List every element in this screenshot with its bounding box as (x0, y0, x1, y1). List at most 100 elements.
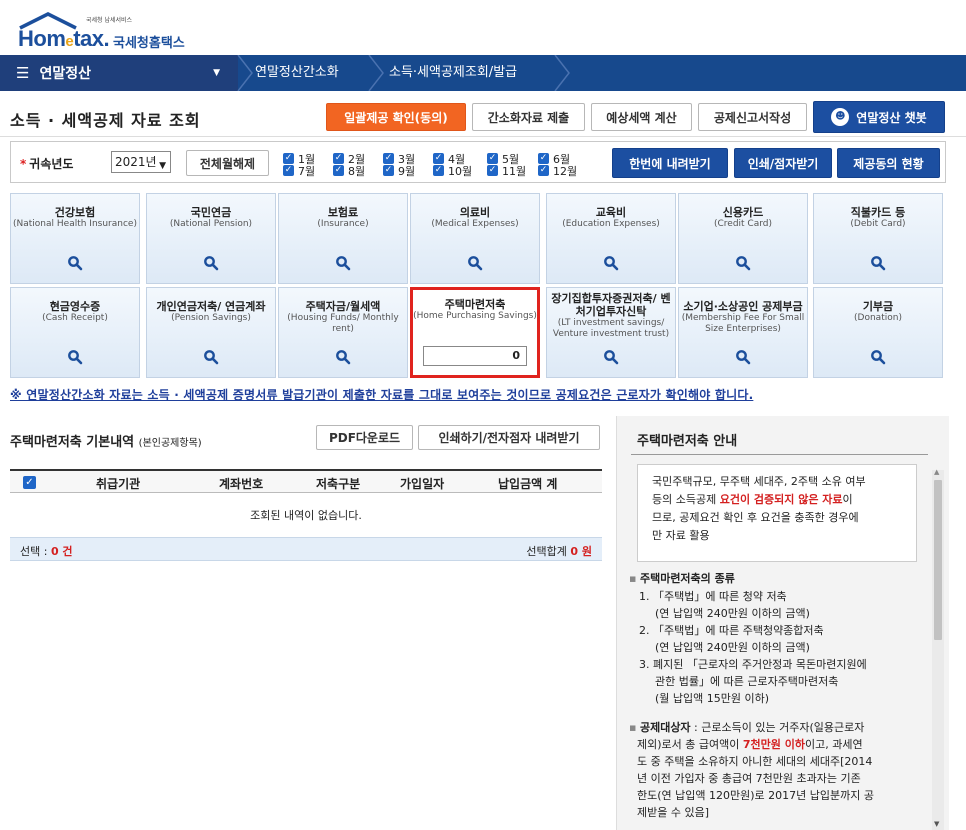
search-icon[interactable] (603, 255, 619, 271)
search-icon[interactable] (335, 255, 351, 271)
tile-subtitle: (Credit Card) (713, 219, 772, 229)
deduction-tile[interactable]: 개인연금저축/ 연금계좌 (Pension Savings) (146, 287, 276, 378)
deduction-tile[interactable]: 장기집합투자증권저축/ 벤처기업투자신탁 (LT investment savin… (546, 287, 676, 378)
tile-subtitle: (Debit Card) (850, 219, 906, 229)
search-icon[interactable] (335, 349, 351, 365)
chevron-right-icon (237, 55, 253, 91)
search-icon[interactable] (467, 255, 483, 271)
filter-bar: * 귀속년도 2021년 ▼ 전체월해제 ✓ 1월 ✓ 2월 ✓ 3월 ✓ 4월 ✓ 5월 ✓ 6월 ✓ 7월… (10, 141, 946, 183)
submit-simplified-button[interactable]: 간소화자료 제출 (472, 103, 585, 131)
deduction-tile[interactable]: 소기업·소상공인 공제부금 (Membership Fee For Small S… (678, 287, 808, 378)
search-icon[interactable] (67, 349, 83, 365)
month-checkbox[interactable]: ✓ (538, 165, 549, 176)
search-icon[interactable] (203, 255, 219, 271)
month-checkbox[interactable]: ✓ (283, 165, 294, 176)
tile-title: 신용카드 (722, 206, 764, 219)
deduction-tile[interactable]: 기부금 (Donation) (813, 287, 943, 378)
scrollbar-thumb[interactable] (934, 480, 942, 640)
month-checkbox[interactable]: ✓ (433, 153, 444, 164)
menu-dropdown[interactable]: ☰ 연말정산 ▼ (0, 55, 238, 91)
scroll-down-icon[interactable]: ▼ (934, 820, 939, 828)
tile-subtitle: (National Health Insurance) (13, 219, 137, 229)
deduction-tile[interactable]: 주택마련저축 (Home Purchasing Savings) 0 (410, 287, 540, 378)
tile-title: 주택자금/월세액 (305, 300, 381, 313)
deduction-tile[interactable]: 현금영수증 (Cash Receipt) (10, 287, 140, 378)
month-checkbox[interactable]: ✓ (333, 153, 344, 164)
logo-subtitle: 국세청 납세서비스 (86, 17, 133, 24)
print-braille-button[interactable]: 인쇄/점자받기 (734, 148, 832, 178)
chevron-right-icon (368, 55, 384, 91)
search-icon[interactable] (870, 255, 886, 271)
scroll-up-icon[interactable]: ▲ (934, 468, 939, 476)
breadcrumb-deduction-lookup[interactable]: 소득·세액공제조회/발급 (389, 55, 517, 91)
tile-subtitle: (Pension Savings) (171, 313, 251, 323)
month-checkbox[interactable]: ✓ (383, 165, 394, 176)
deduction-report-button[interactable]: 공제신고서작성 (698, 103, 807, 131)
search-icon[interactable] (203, 349, 219, 365)
chevron-right-icon (554, 55, 570, 91)
bulk-consent-button[interactable]: 일괄제공 확인(동의) (326, 103, 466, 131)
search-icon[interactable] (735, 255, 751, 271)
search-icon[interactable] (67, 255, 83, 271)
housing-savings-amount: 0 (423, 346, 527, 366)
month-checkbox[interactable]: ✓ (283, 153, 294, 164)
deduction-tile[interactable]: 건강보험 (National Health Insurance) (10, 193, 140, 284)
month-label: 7월 (298, 165, 316, 178)
clear-all-months-button[interactable]: 전체월해제 (186, 150, 269, 176)
select-all-checkbox[interactable]: ✓ (23, 476, 36, 489)
breadcrumb-yearend[interactable]: 연말정산간소화 (255, 55, 339, 91)
guide-text: 도 중 주택을 소유하지 아니한 세대의 세대주[2014 (637, 755, 873, 768)
guide-text: 관한 법률」에 따른 근로자주택마련저축 (655, 675, 839, 688)
logo-korean-name: 국세청홈택스 (113, 36, 185, 51)
selected-count: 선택 : 0 건 (20, 545, 73, 558)
tile-subtitle: (Donation) (854, 313, 902, 323)
deduction-tile[interactable]: 국민연금 (National Pension) (146, 193, 276, 284)
deduction-tile[interactable]: 주택자금/월세액 (Housing Funds/ Monthly rent) (278, 287, 408, 378)
deduction-tile[interactable]: 의료비 (Medical Expenses) (410, 193, 540, 284)
guide-panel: 주택마련저축 안내 국민주택규모, 무주택 세대주, 2주택 소유 여부 등의 … (616, 416, 949, 830)
guide-text: 1. 「주택법」에 따른 청약 저축 (639, 590, 787, 603)
month-checkbox[interactable]: ✓ (538, 153, 549, 164)
month-checkbox[interactable]: ✓ (333, 165, 344, 176)
search-icon[interactable] (735, 349, 751, 365)
column-header: 가입일자 (400, 477, 445, 491)
guide-text: 제받을 수 있음] (637, 806, 710, 819)
guide-scrollbar[interactable]: ▲ ▼ (932, 468, 944, 830)
tile-title: 교육비 (595, 206, 627, 219)
month-checkbox[interactable]: ✓ (487, 165, 498, 176)
month-checkbox[interactable]: ✓ (383, 153, 394, 164)
search-icon[interactable] (870, 349, 886, 365)
year-select[interactable]: 2021년 ▼ (111, 151, 171, 173)
hometax-logo[interactable]: 국세청 납세서비스 Hometax. 국세청홈택스 (18, 12, 208, 51)
month-checkbox[interactable]: ✓ (487, 153, 498, 164)
deduction-tile[interactable]: 교육비 (Education Expenses) (546, 193, 676, 284)
menu-label: 연말정산 (39, 66, 91, 82)
month-label: 12월 (553, 165, 578, 178)
estimate-tax-button[interactable]: 예상세액 계산 (591, 103, 692, 131)
empty-message: 조회된 내역이 없습니다. (250, 509, 362, 522)
month-label: 8월 (348, 165, 366, 178)
tile-subtitle: (LT investment savings/ Venture investme… (552, 318, 670, 339)
print-download-button[interactable]: 인쇄하기/전자점자 내려받기 (418, 425, 600, 450)
deduction-tile[interactable]: 신용카드 (Credit Card) (678, 193, 808, 284)
guide-text: 2. 「주택법」에 따른 주택청약종합저축 (639, 624, 824, 637)
month-checkbox[interactable]: ✓ (433, 165, 444, 176)
deduction-tile[interactable]: 직불카드 등 (Debit Card) (813, 193, 943, 284)
chatbot-icon: ☻ (831, 108, 850, 126)
tile-title: 국민연금 (190, 206, 232, 219)
search-icon[interactable] (603, 349, 619, 365)
column-header: 취급기관 (96, 477, 141, 491)
selected-total: 선택합계 0 원 (526, 545, 592, 558)
guide-text: 제외)로서 총 급여액이 7천만원 이하이고, 과세연 (637, 738, 863, 751)
consent-status-button[interactable]: 제공동의 현황 (837, 148, 940, 178)
deduction-tile[interactable]: 보험료 (Insurance) (278, 193, 408, 284)
notice-link[interactable]: ※ 연말정산간소화 자료는 소득 · 세액공제 증명서류 발급기관이 제출한 자… (10, 386, 753, 403)
tile-title: 보험료 (327, 206, 359, 219)
tile-title: 기부금 (862, 300, 894, 313)
chatbot-button[interactable]: ☻ 연말정산 챗봇 (813, 101, 945, 133)
download-all-button[interactable]: 한번에 내려받기 (612, 148, 728, 178)
page-title: 소득 · 세액공제 자료 조회 (10, 111, 201, 130)
pdf-download-button[interactable]: PDF다운로드 (316, 425, 413, 450)
guide-text: 한도(연 납입액 120만원)로 2017년 납입분까지 공 (637, 789, 874, 802)
column-header: 계좌번호 (219, 477, 264, 491)
